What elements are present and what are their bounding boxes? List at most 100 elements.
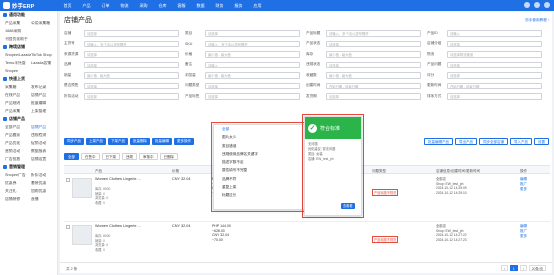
sidebar-item[interactable]: 违规检测 — [31, 133, 57, 138]
filter-input[interactable]: 开始日期 - 结束日期 — [447, 82, 542, 89]
filter-input[interactable]: 请选择 — [84, 30, 179, 37]
sidebar-group[interactable]: 快速上货 — [0, 75, 57, 83]
filter-input[interactable]: 最小值 - 最大值 — [326, 51, 421, 58]
sidebar-item[interactable]: 上架管理 — [31, 109, 57, 114]
problem-flag[interactable]: 产品标题不规范 — [372, 236, 399, 243]
top-nav-item[interactable]: 仓库 — [153, 3, 172, 9]
status-tab[interactable]: 在售中 — [81, 152, 100, 160]
sidebar-item[interactable]: 数据报表 — [31, 149, 57, 154]
sidebar-item[interactable]: 产品优化 — [5, 141, 31, 146]
top-nav-item[interactable]: 订单 — [96, 3, 115, 9]
action-button[interactable]: 更多操作 — [174, 138, 194, 145]
pager-button[interactable]: ‹ — [500, 265, 508, 271]
status-tab[interactable]: 违规 — [122, 152, 137, 160]
status-tab[interactable]: 已删除 — [159, 152, 178, 160]
row-checkbox[interactable] — [66, 225, 70, 229]
pager-button[interactable]: › — [519, 265, 527, 271]
sidebar-item[interactable]: 店铺装修 — [5, 197, 31, 202]
sidebar-item[interactable]: 套装优惠 — [31, 181, 57, 186]
pager-button[interactable]: 20条/页 — [528, 265, 546, 271]
product-name[interactable]: Women Clothes Lingerie ... — [95, 177, 141, 181]
filter-input[interactable]: 请选择 — [205, 93, 300, 100]
product-thumbnail[interactable] — [72, 178, 92, 198]
filter-input[interactable]: 请输入 — [205, 61, 300, 68]
sidebar-item[interactable]: 发布记录 — [31, 85, 57, 90]
filter-input[interactable]: 请选择 — [326, 93, 421, 100]
sidebar-group[interactable]: 店铺产品 — [0, 115, 57, 123]
filter-input[interactable]: 请输入，多个请以逗号隔开 — [84, 40, 179, 47]
sidebar-item[interactable]: 产品规则 — [5, 101, 31, 106]
filter-input[interactable]: 请选择 — [326, 61, 421, 68]
sidebar-item[interactable]: 优惠券 — [5, 181, 31, 186]
sidebar-item[interactable]: 批量编辑 — [31, 101, 57, 106]
top-nav-item[interactable]: 产品 — [77, 3, 96, 9]
filter-input[interactable]: 请选择 — [84, 51, 179, 58]
sidebar-item[interactable]: 在线产品 — [5, 93, 31, 98]
top-nav-item[interactable]: 客服 — [172, 3, 191, 9]
product-thumbnail[interactable] — [72, 225, 92, 245]
help-link[interactable]: 妙手使用教程 › — [525, 18, 549, 23]
filter-input[interactable]: 请选择 — [447, 93, 542, 100]
sidebar-item[interactable]: Lazada店铺 — [31, 61, 57, 66]
filter-input[interactable]: 请选择 — [84, 93, 179, 100]
action-button[interactable]: 同步产品 — [64, 138, 84, 145]
operation-link[interactable]: 更多 — [520, 234, 527, 239]
filter-input[interactable]: 最小值 - 最大值 — [84, 72, 179, 79]
top-nav-item[interactable]: 财务 — [210, 3, 229, 9]
sidebar-item[interactable]: 产品采集 — [5, 21, 31, 26]
filter-input[interactable]: 最小值 - 最大值 — [205, 51, 300, 58]
filter-input[interactable]: 请选择 — [205, 30, 300, 37]
problem-flag[interactable]: 产品标题不规范 — [372, 189, 399, 196]
sidebar-item[interactable]: 产品采集 — [5, 109, 31, 114]
filter-input[interactable]: 请选择物流渠道 — [447, 51, 542, 58]
action-button[interactable]: 批量删除 — [130, 138, 150, 145]
sidebar-item[interactable]: 采集箱 — [5, 85, 31, 90]
status-tab[interactable]: 已下架 — [101, 152, 120, 160]
message-icon[interactable] — [534, 2, 540, 8]
user-avatar[interactable] — [544, 2, 550, 8]
top-nav-item[interactable]: 物流 — [115, 3, 134, 9]
notification-icon[interactable] — [524, 2, 530, 8]
sidebar-item[interactable]: Shopee/Lazada — [5, 53, 31, 57]
filter-input[interactable]: 请选择 — [447, 72, 542, 79]
sidebar-item[interactable]: Shopee — [5, 69, 31, 73]
action-button[interactable]: 批量编辑 — [152, 138, 172, 145]
top-nav-item[interactable]: 服务 — [229, 3, 248, 9]
sidebar-group[interactable]: 跨境店铺 — [0, 43, 57, 51]
filter-input[interactable]: 最小值 - 最大值 — [326, 72, 421, 79]
action-button[interactable]: 导入产品 — [510, 138, 532, 145]
product-name[interactable]: Women Clothes Lingerie ... — [95, 224, 141, 228]
top-nav-item[interactable]: 首页 — [58, 3, 77, 9]
sidebar-item[interactable]: 店铺产品 — [31, 125, 57, 130]
sidebar-item[interactable]: 营销活动 — [5, 149, 31, 154]
sidebar-item[interactable]: Shopee广告 — [5, 173, 31, 178]
action-button[interactable]: 下架产品 — [108, 138, 128, 145]
filter-input[interactable]: 请选择 — [84, 82, 179, 89]
pager-button[interactable]: 1 — [509, 265, 518, 271]
filter-input[interactable]: 请选择 — [84, 61, 179, 68]
sidebar-item[interactable]: 店铺产品 — [31, 93, 57, 98]
sidebar-item[interactable]: 促销活动 — [31, 141, 57, 146]
sidebar-item[interactable]: 关注礼 — [5, 189, 31, 194]
filter-input[interactable]: 请选择 — [326, 40, 421, 47]
filter-input[interactable]: 开始日期 - 结束日期 — [326, 82, 421, 89]
sidebar-item[interactable]: 全部产品 — [5, 125, 31, 130]
sidebar-item[interactable]: 直播 — [31, 197, 57, 202]
sidebar-item[interactable]: 产品搬家 — [5, 133, 31, 138]
operation-link[interactable]: 更多 — [520, 187, 527, 192]
filter-input[interactable]: 请输入，多个请以逗号隔开 — [326, 30, 421, 37]
filter-input[interactable]: 请选择 — [205, 82, 300, 89]
sidebar-item[interactable]: 加购优惠 — [31, 189, 57, 194]
action-button[interactable]: 导出产品 — [455, 138, 477, 145]
sidebar-item[interactable]: Temu半托管 — [5, 61, 31, 66]
sidebar-group[interactable]: 通用功能 — [0, 11, 57, 19]
filter-input[interactable]: 最小值 - 最大值 — [205, 72, 300, 79]
filter-input[interactable]: 请输入，多个请以逗号隔开 — [205, 40, 300, 47]
filter-input[interactable]: 请输入 — [447, 30, 542, 37]
app-logo[interactable]: 妙手ERP — [0, 0, 58, 11]
row-checkbox[interactable] — [66, 178, 70, 182]
sidebar-item[interactable]: 1688采购 — [5, 29, 31, 34]
filter-input[interactable]: 请选择 — [447, 61, 542, 68]
sidebar-item[interactable]: 店铺设置 — [31, 157, 57, 162]
sidebar-item[interactable]: 刊登优化助手 — [5, 37, 31, 42]
